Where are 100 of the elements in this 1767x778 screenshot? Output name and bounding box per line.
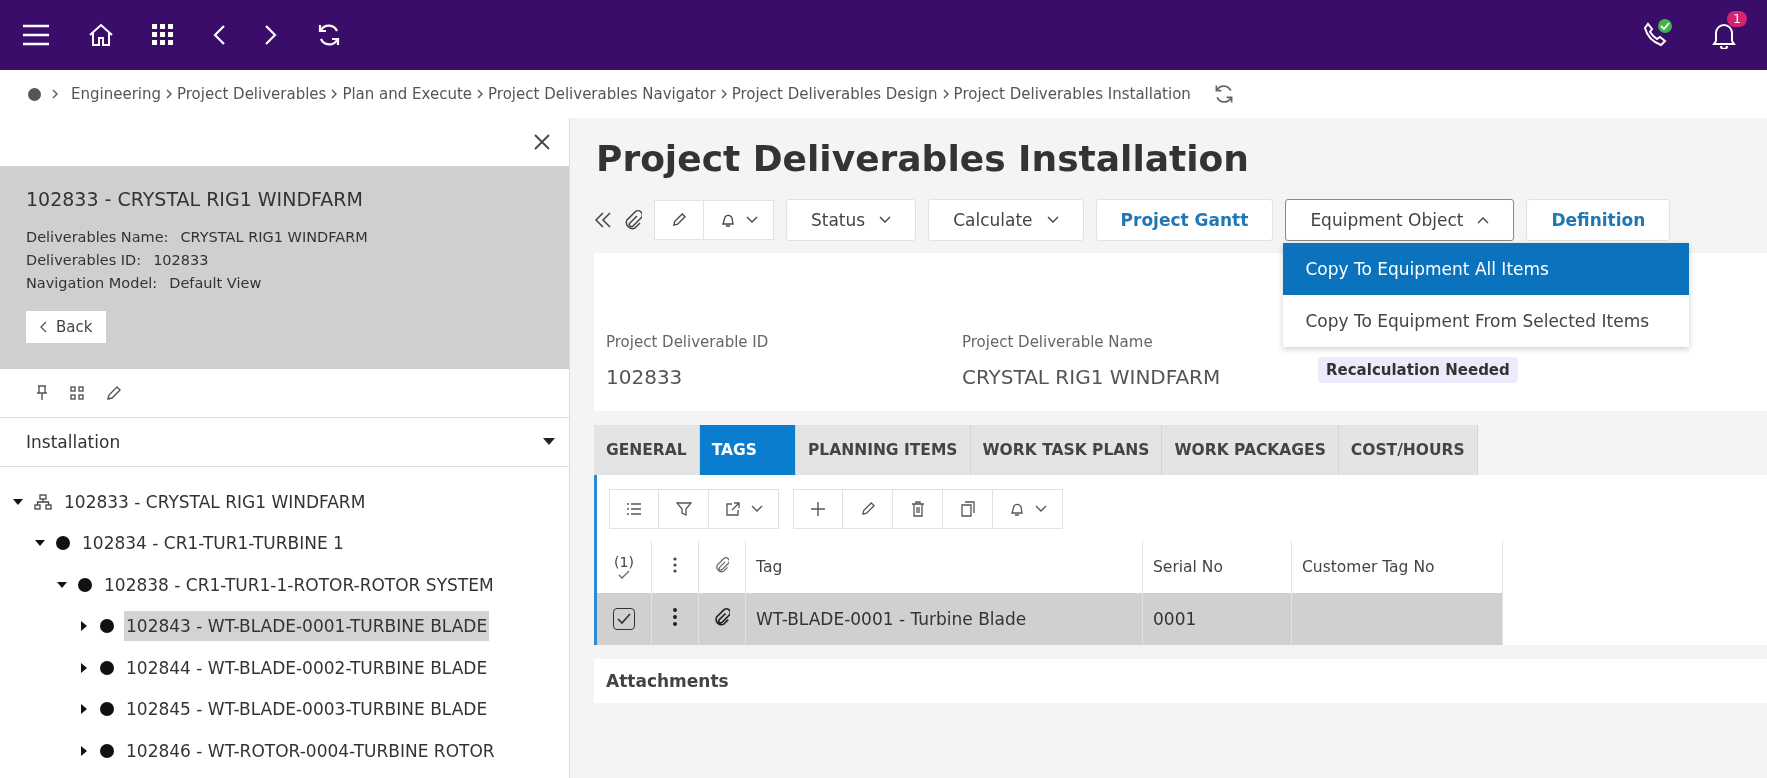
plus-icon: [810, 501, 826, 517]
tab[interactable]: WORK TASK PLANS: [970, 425, 1163, 475]
field-label: Deliverables Name:: [26, 228, 169, 247]
back-icon[interactable]: [212, 24, 226, 46]
edit-button[interactable]: [843, 489, 893, 529]
tab[interactable]: PLANNING ITEMS: [795, 425, 971, 475]
column-header[interactable]: Tag: [756, 558, 783, 576]
section-title: Attachments: [606, 671, 729, 691]
field-value: 102833: [606, 365, 684, 389]
field-value: CRYSTAL RIG1 WINDFARM: [180, 228, 368, 247]
chevron-icon: [51, 88, 59, 100]
pin-icon[interactable]: [36, 385, 48, 401]
link-button[interactable]: Definition: [1526, 199, 1671, 241]
home-icon[interactable]: [88, 23, 114, 47]
menu-item[interactable]: Copy To Equipment From Selected Items: [1283, 295, 1690, 347]
column-header[interactable]: Serial No: [1153, 558, 1223, 576]
list-button[interactable]: [609, 489, 659, 529]
page-title: Project Deliverables Installation: [596, 138, 1250, 179]
node-dot-icon: [100, 743, 114, 758]
field-value: Default View: [169, 274, 262, 293]
collapse-icon[interactable]: [594, 211, 612, 229]
field-value: 102833: [153, 251, 209, 270]
more-icon[interactable]: [673, 557, 677, 573]
chevron-left-icon: [40, 321, 48, 333]
export-button[interactable]: [709, 489, 779, 529]
menu-item[interactable]: Copy To Equipment All Items: [1283, 243, 1690, 295]
list-icon: [626, 502, 642, 516]
edit-button[interactable]: [654, 200, 704, 240]
apps-grid-icon[interactable]: [152, 24, 174, 46]
chevron-icon: [879, 216, 892, 224]
filter-icon: [675, 501, 692, 517]
node-dot-icon: [78, 577, 92, 592]
add-button[interactable]: [793, 489, 843, 529]
field-label: Navigation Model:: [26, 274, 158, 293]
more-icon[interactable]: [673, 608, 677, 626]
bell-icon[interactable]: [1711, 21, 1737, 49]
breadcrumb-link[interactable]: Project Deliverables: [177, 85, 327, 103]
forward-icon[interactable]: [264, 24, 278, 46]
tab[interactable]: COST/HOURS: [1338, 425, 1478, 475]
export-icon: [724, 501, 741, 517]
hierarchy-icon: [34, 493, 52, 510]
tree-item[interactable]: 102834 - CR1-TUR1-TURBINE 1: [80, 528, 346, 559]
checkmark-icon: [616, 612, 632, 626]
tab[interactable]: WORK PACKAGES: [1162, 425, 1339, 475]
caret-down-icon: [543, 438, 555, 446]
link-button[interactable]: Project Gantt: [1095, 199, 1274, 241]
node-dot-icon: [56, 536, 70, 551]
breadcrumb-separator-icon: [941, 88, 950, 100]
tree-item[interactable]: 102838 - CR1-TUR1-1-ROTOR-ROTOR SYSTEM: [102, 569, 496, 600]
paperclip-icon[interactable]: [714, 608, 730, 626]
dropdown-button[interactable]: Status: [786, 199, 917, 241]
status-badge: Recalculation Needed: [1318, 357, 1518, 383]
node-dot-icon: [100, 619, 114, 634]
refresh-icon[interactable]: [316, 22, 342, 48]
tree-item[interactable]: 102844 - WT-BLADE-0002-TURBINE BLADE: [124, 652, 490, 683]
menu-icon[interactable]: [22, 24, 50, 46]
tab[interactable]: TAGS: [699, 425, 796, 475]
breadcrumb-separator-icon: [165, 88, 173, 100]
grid-icon[interactable]: [70, 386, 84, 400]
paperclip-icon[interactable]: [624, 210, 642, 230]
pencil-icon: [860, 502, 875, 516]
chevron-down-icon: [1034, 505, 1047, 513]
assist-menu-button[interactable]: [993, 489, 1063, 529]
paperclip-icon: [715, 557, 729, 573]
bell-icon: [719, 212, 736, 228]
chevron-icon: [1477, 216, 1490, 224]
pencil-icon: [672, 213, 686, 227]
tree-item[interactable]: 102833 - CRYSTAL RIG1 WINDFARM: [62, 486, 368, 517]
breadcrumb-separator-icon: [330, 88, 339, 100]
table-cell: 0001: [1153, 609, 1197, 629]
field-label: Deliverables ID:: [26, 251, 142, 270]
assist-menu-button[interactable]: [704, 200, 774, 240]
breadcrumb-link[interactable]: Project Deliverables Installation: [953, 85, 1191, 103]
field-value: CRYSTAL RIG1 WINDFARM: [962, 365, 1222, 389]
breadcrumb-link[interactable]: Plan and Execute: [342, 85, 473, 103]
delete-button[interactable]: [893, 489, 943, 529]
view-select[interactable]: Installation: [0, 418, 569, 467]
edit-icon[interactable]: [106, 385, 121, 401]
chevron-down-icon: [745, 216, 758, 224]
back-button[interactable]: Back: [26, 311, 107, 343]
node-dot-icon: [100, 702, 114, 717]
dropdown-button[interactable]: Calculate: [928, 199, 1084, 241]
tab[interactable]: GENERAL: [594, 425, 700, 475]
close-icon[interactable]: [533, 133, 551, 151]
tree-item[interactable]: 102843 - WT-BLADE-0001-TURBINE BLADE: [124, 611, 490, 642]
dropdown-button[interactable]: Equipment Object: [1285, 199, 1515, 241]
filter-button[interactable]: [659, 489, 709, 529]
copy-button[interactable]: [943, 489, 993, 529]
column-header[interactable]: Customer Tag No: [1302, 558, 1435, 576]
breadcrumb-link[interactable]: Project Deliverables Navigator: [488, 85, 716, 103]
tree-item[interactable]: 102846 - WT-ROTOR-0004-TURBINE ROTOR: [124, 735, 497, 766]
copy-icon: [960, 501, 975, 517]
chevron-icon: [1046, 216, 1059, 224]
breadcrumb-link[interactable]: Engineering: [71, 85, 161, 103]
notification-badge: 1: [1727, 11, 1747, 27]
home-dot-icon[interactable]: [28, 87, 41, 101]
tree-item[interactable]: 102845 - WT-BLADE-0003-TURBINE BLADE: [124, 694, 490, 725]
breadcrumb-link[interactable]: Project Deliverables Design: [731, 85, 938, 103]
field-label: Project Deliverable ID: [606, 333, 770, 351]
row-checkbox[interactable]: [613, 608, 635, 630]
